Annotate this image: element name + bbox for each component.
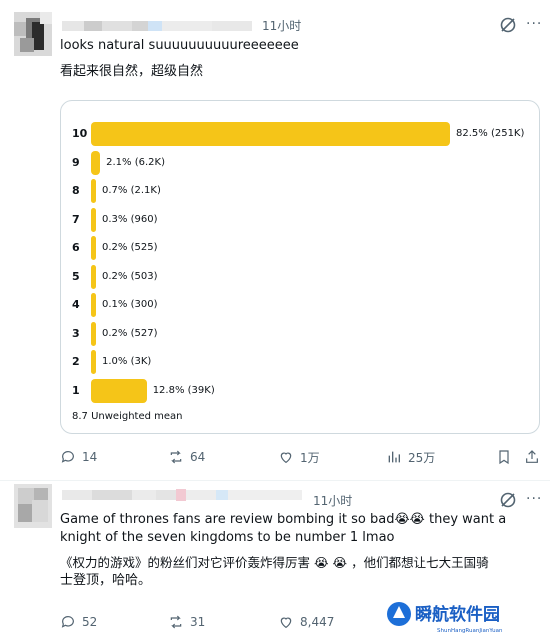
watermark-title: 瞬航软件园 xyxy=(415,604,500,625)
reply-icon xyxy=(61,616,74,628)
grok-icon[interactable] xyxy=(499,16,517,34)
avatar[interactable] xyxy=(14,12,52,56)
poll-option: 2 1.0% (3K) xyxy=(61,350,541,374)
share-button[interactable] xyxy=(524,447,540,467)
poll-option-label: 10 xyxy=(72,127,88,140)
more-options-icon[interactable]: ··· xyxy=(526,491,542,507)
poll-option-percent: 0.2% (503) xyxy=(102,270,158,282)
watermark-logo: 瞬航软件园 ShunHangRuanJianYuan xyxy=(385,596,525,636)
author-name-blurred[interactable] xyxy=(62,487,302,501)
poll-option-bar xyxy=(91,207,96,232)
poll-option-label: 1 xyxy=(72,383,80,397)
like-button[interactable]: 1万 xyxy=(278,447,320,467)
poll-option-label: 2 xyxy=(72,355,80,368)
tweet-1: 11小时 ··· looks natural suuuuuuuuuureeeee… xyxy=(0,0,550,480)
tweet-text-zh: 看起来很自然，超级自然 xyxy=(60,64,204,79)
poll-option-bar xyxy=(91,179,96,203)
poll-option: 8 0.7% (2.1K) xyxy=(61,179,541,203)
poll-option-percent: 12.8% (39K) xyxy=(152,384,215,396)
like-count: 8,447 xyxy=(300,615,335,629)
poll-footer: 8.7 Unweighted mean xyxy=(72,411,183,422)
tweet-text-en: looks natural suuuuuuuuuureeeeeee xyxy=(60,38,299,53)
repost-count: 31 xyxy=(190,615,206,629)
poll-option: 1 12.8% (39K) xyxy=(61,378,541,403)
tweet-text-zh-line1: 《权力的游戏》的粉丝们对它评价轰炸得厉害 😭 😭 ，他们都想让七大王国骑 xyxy=(60,555,489,570)
reply-count: 14 xyxy=(82,450,98,464)
tweet-text-en-line2: knight of the seven kingdoms to be numbe… xyxy=(60,530,395,545)
like-button[interactable]: 8,447 xyxy=(278,612,334,632)
poll-option-bar xyxy=(91,293,96,317)
poll-option-percent: 2.1% (6.2K) xyxy=(106,156,165,168)
poll-option-label: 7 xyxy=(72,212,80,226)
poll-option-bar xyxy=(91,150,101,175)
poll-option-bar xyxy=(91,122,450,146)
action-bar: 14 64 1万 25万 xyxy=(60,447,540,467)
repost-icon xyxy=(170,450,182,464)
reply-icon xyxy=(61,451,74,463)
poll-option-bar xyxy=(91,321,96,346)
poll-option: 6 0.2% (525) xyxy=(61,236,541,260)
poll-option-percent: 0.1% (300) xyxy=(102,299,158,310)
repost-button[interactable]: 31 xyxy=(168,612,205,632)
poll-option: 9 2.1% (6.2K) xyxy=(61,150,541,175)
poll-option-bar xyxy=(91,264,96,289)
bookmark-button[interactable] xyxy=(496,447,512,467)
poll-option-percent: 0.3% (960) xyxy=(102,213,158,225)
tweet-text-zh-line2: 士登顶，哈哈。 xyxy=(60,573,152,588)
like-count: 1万 xyxy=(300,450,320,465)
share-icon xyxy=(526,450,538,463)
poll-card: 10 82.5% (251K) 9 2.1% (6.2K) 8 0.7% (2.1K) 7 0… xyxy=(60,100,540,434)
views-button[interactable]: 25万 xyxy=(386,447,435,467)
poll-option: 3 0.2% (527) xyxy=(61,321,541,346)
poll-option-bar xyxy=(91,350,96,374)
heart-icon xyxy=(280,617,292,629)
poll-option-label: 8 xyxy=(72,184,80,197)
author-name-blurred[interactable] xyxy=(62,18,252,32)
repost-icon xyxy=(170,615,182,629)
timestamp[interactable]: 11小时 xyxy=(262,17,301,34)
poll-option-percent: 82.5% (251K) xyxy=(456,128,525,139)
poll-option: 4 0.1% (300) xyxy=(61,293,541,317)
poll-option: 10 82.5% (251K) xyxy=(61,122,541,146)
reply-button[interactable]: 52 xyxy=(60,612,97,632)
views-icon xyxy=(388,451,400,463)
reply-count: 52 xyxy=(82,615,98,629)
poll-option-label: 6 xyxy=(72,241,80,254)
more-options-icon[interactable]: ··· xyxy=(526,16,542,32)
poll-option-percent: 0.2% (525) xyxy=(102,242,158,253)
tweet-text-en-line1: Game of thrones fans are review bombing … xyxy=(60,512,507,527)
poll-option-percent: 1.0% (3K) xyxy=(102,356,152,367)
reply-button[interactable]: 14 xyxy=(60,447,97,467)
repost-button[interactable]: 64 xyxy=(168,447,205,467)
poll-option-bar xyxy=(91,378,147,403)
repost-count: 64 xyxy=(190,450,206,464)
poll-option: 5 0.2% (503) xyxy=(61,264,541,289)
poll-option-label: 5 xyxy=(72,269,80,283)
poll-option-label: 9 xyxy=(72,155,80,169)
poll-option: 7 0.3% (960) xyxy=(61,207,541,232)
poll-option-label: 4 xyxy=(72,298,80,311)
poll-option-label: 3 xyxy=(72,326,80,340)
watermark-subtitle: ShunHangRuanJianYuan xyxy=(437,628,503,634)
heart-icon xyxy=(280,452,292,464)
poll-option-percent: 0.7% (2.1K) xyxy=(102,185,161,196)
view-count: 25万 xyxy=(408,450,436,465)
poll-option-percent: 0.2% (527) xyxy=(102,327,158,339)
bookmark-icon xyxy=(499,450,509,465)
avatar[interactable] xyxy=(14,484,52,528)
grok-icon[interactable] xyxy=(499,491,517,509)
timestamp[interactable]: 11小时 xyxy=(313,492,352,509)
poll-option-bar xyxy=(91,236,96,260)
